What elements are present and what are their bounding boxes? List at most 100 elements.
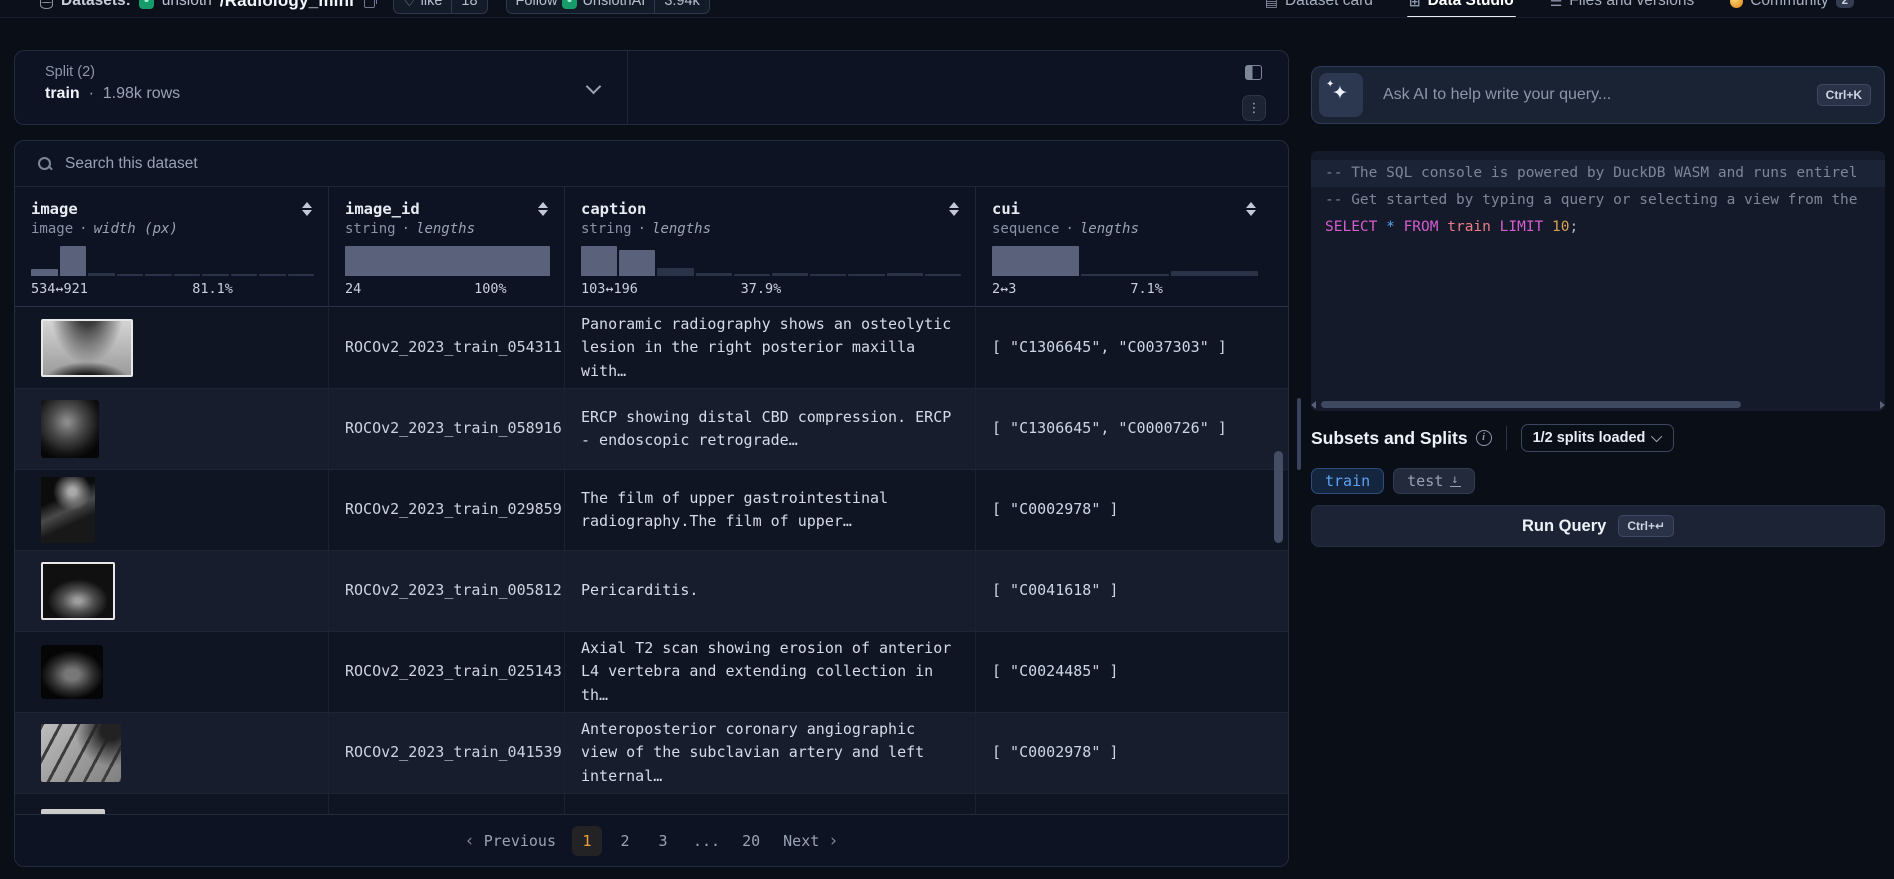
sql-token-keyword: SELECT [1325, 219, 1386, 235]
sql-token-punctuation: ; [1569, 219, 1578, 235]
table-row[interactable]: ROCOv2_2023_train_005812 Pericarditis. [… [15, 551, 1288, 632]
follow-button[interactable]: FollowUnslothAI 3.94k [506, 0, 710, 14]
column-header-image[interactable]: image image·width (px) 534↔92181.1% [15, 187, 329, 306]
row-image-thumbnail[interactable] [41, 562, 115, 620]
column-type: sequence·lengths [992, 221, 1258, 237]
previous-page-button[interactable]: ‹Previous [464, 831, 556, 851]
split-selector[interactable]: Split (2) train · 1.98k rows [15, 51, 628, 124]
column-header-cui[interactable]: cui sequence·lengths 2↔37.1% [976, 187, 1272, 306]
test-split-button[interactable]: test [1393, 468, 1475, 494]
files-icon: ☰ [1550, 0, 1563, 10]
like-button[interactable]: ♡like 18 [393, 0, 487, 14]
splits-loaded-dropdown[interactable]: 1/2 splits loaded [1521, 424, 1675, 452]
train-split-button[interactable]: train [1311, 468, 1384, 494]
table-row[interactable]: ROCOv2_2023_train_029859 The film of upp… [15, 470, 1288, 551]
sql-token-operator: * [1386, 219, 1403, 235]
sort-icon[interactable] [947, 200, 961, 218]
tab-dataset-card[interactable]: ▤Dataset card [1265, 0, 1373, 18]
histogram-stats: 103↔19637.9% [581, 281, 961, 298]
download-icon [1450, 475, 1461, 487]
sql-editor-hscrollbar[interactable] [1311, 399, 1885, 410]
sort-icon[interactable] [300, 200, 314, 218]
table-row[interactable]: ROCOv2_2023_train_025143 Axial T2 scan s… [15, 632, 1288, 713]
unsloth-org-logo[interactable] [139, 0, 154, 9]
table-scrollbar[interactable] [1274, 311, 1283, 811]
search-input[interactable]: Search this dataset [15, 141, 1288, 187]
ctrl-enter-shortcut-badge: Ctrl+↵ [1618, 515, 1674, 537]
image-id-cell: ROCOv2_2023_train_041539 [345, 741, 562, 764]
table-row[interactable]: ROCOv2_2023_train_041539 Anteroposterior… [15, 713, 1288, 794]
histogram-bar [88, 273, 115, 276]
copy-icon[interactable] [364, 0, 375, 8]
dataset-table-card: Search this dataset image image·width (p… [14, 140, 1289, 867]
cui-cell: [ "C1306645", "C0000726" ] [992, 417, 1227, 440]
column-histogram[interactable] [31, 246, 314, 276]
tab-data-studio[interactable]: ⊞Data Studio [1409, 0, 1514, 18]
toggle-panel-icon[interactable] [1245, 65, 1262, 80]
histogram-bar [259, 274, 286, 276]
sort-icon[interactable] [536, 200, 550, 218]
sql-token-number: 10 [1552, 219, 1569, 235]
column-name: cui [992, 200, 1020, 218]
column-header-image-id[interactable]: image_id string·lengths 24100% [329, 187, 565, 306]
histogram-bar [619, 250, 655, 276]
histogram-bar [202, 274, 229, 276]
run-query-button[interactable]: Run Query Ctrl+↵ [1311, 505, 1885, 547]
hscrollbar-thumb[interactable] [1321, 401, 1741, 408]
histogram-bar [810, 274, 846, 276]
sql-token-keyword: FROM [1404, 219, 1448, 235]
sql-console-panel: ✦✦ Ask AI to help write your query... Ct… [1311, 0, 1885, 879]
sql-editor[interactable]: -- The SQL console is powered by DuckDB … [1311, 151, 1885, 411]
histogram-bar [345, 246, 550, 276]
row-image-thumbnail[interactable] [41, 477, 95, 543]
table-row-partial[interactable] [15, 794, 1288, 816]
more-options-button[interactable]: ⋮ [1242, 95, 1266, 121]
caption-cell: Anteroposterior coronary angiographic vi… [581, 718, 959, 788]
table-row[interactable]: ROCOv2_2023_train_054311 Panoramic radio… [15, 308, 1288, 389]
next-page-button[interactable]: Next› [783, 831, 838, 851]
row-image-thumbnail[interactable] [41, 645, 103, 699]
table-row[interactable]: ROCOv2_2023_train_058916 ERCP showing di… [15, 389, 1288, 470]
row-image-thumbnail[interactable] [41, 319, 133, 377]
pane-divider-handle[interactable] [1297, 398, 1301, 470]
tab-files-and-versions[interactable]: ☰Files and versions [1550, 0, 1694, 18]
histogram-bar [925, 274, 961, 276]
tab-community[interactable]: Community2 [1730, 0, 1854, 18]
row-image-thumbnail[interactable] [41, 400, 99, 458]
histogram-bar [145, 274, 172, 276]
cui-cell: [ "C0002978" ] [992, 498, 1118, 521]
sort-icon[interactable] [1244, 200, 1258, 218]
scroll-left-arrow-icon[interactable] [1311, 401, 1316, 409]
scrollbar-thumb[interactable] [1274, 451, 1283, 543]
histogram-bar [734, 274, 770, 276]
org-link[interactable]: unsloth [162, 0, 212, 10]
like-count[interactable]: 18 [451, 0, 486, 13]
histogram-bar [60, 246, 87, 276]
column-type: string·lengths [345, 221, 550, 237]
repo-tabs: ▤Dataset card ⊞Data Studio ☰Files and ve… [1265, 0, 1854, 18]
column-histogram[interactable] [992, 246, 1258, 276]
page-button-1[interactable]: 1 [572, 826, 602, 856]
follower-count[interactable]: 3.94k [654, 0, 708, 13]
info-icon[interactable]: i [1476, 430, 1492, 446]
column-type: image·width (px) [31, 221, 314, 237]
table-header-row: image image·width (px) 534↔92181.1% imag… [15, 187, 1288, 307]
datasets-label[interactable]: Datasets: [61, 0, 131, 10]
split-view-buttons: train test [1311, 468, 1475, 494]
image-id-cell: ROCOv2_2023_train_054311 [345, 336, 562, 359]
page-button-2[interactable]: 2 [610, 826, 640, 856]
ask-ai-input[interactable]: ✦✦ Ask AI to help write your query... Ct… [1311, 66, 1885, 124]
sql-comment-line: -- Get started by typing a query or sele… [1311, 187, 1885, 214]
histogram-bar [174, 274, 201, 276]
sparkle-ai-icon: ✦✦ [1319, 73, 1363, 117]
dataset-name[interactable]: /Radiology_mini [220, 0, 354, 11]
subsets-title: Subsets and Splits [1311, 428, 1468, 449]
page-button-3[interactable]: 3 [648, 826, 678, 856]
scroll-right-arrow-icon[interactable] [1880, 401, 1885, 409]
column-header-caption[interactable]: caption string·lengths 103↔19637.9% [565, 187, 976, 306]
row-image-thumbnail[interactable] [41, 724, 121, 782]
search-icon [37, 156, 53, 172]
column-histogram[interactable] [345, 246, 550, 276]
page-button-20[interactable]: 20 [735, 826, 767, 856]
column-histogram[interactable] [581, 246, 961, 276]
